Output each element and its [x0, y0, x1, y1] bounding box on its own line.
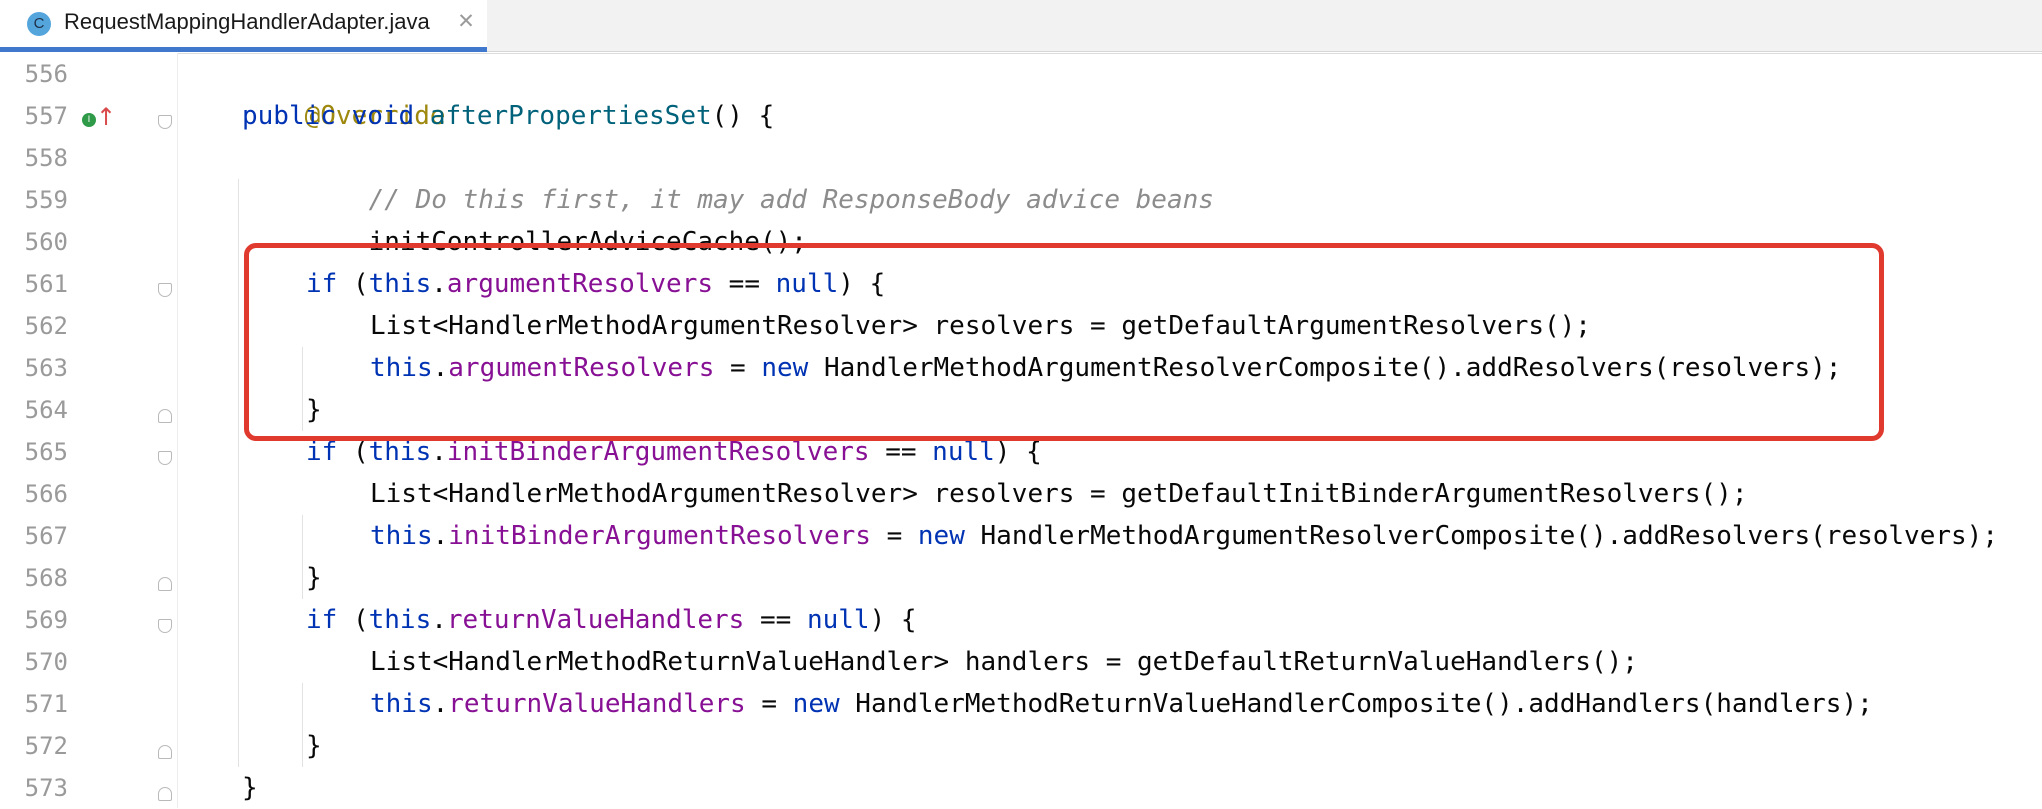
code-line-559: initControllerAdviceCache();	[306, 179, 807, 257]
java-class-icon: C	[27, 12, 51, 36]
line-number: 569	[24, 606, 68, 634]
line-number: 564	[24, 396, 68, 424]
keyword-token: this	[368, 605, 432, 635]
line-number: 571	[24, 690, 68, 718]
line-number: 566	[24, 480, 68, 508]
indent-guide	[302, 683, 303, 767]
code-text: () {	[711, 101, 775, 131]
implements-method-icon[interactable]: I	[82, 113, 96, 127]
keyword-token: this	[370, 689, 433, 719]
code-text: =	[870, 521, 918, 551]
field-token: initBinderArgumentResolvers	[446, 437, 870, 467]
code-line-572: }	[306, 725, 322, 767]
line-number: 559	[24, 186, 68, 214]
line-number: 573	[24, 774, 68, 802]
editor-tab-bar: C RequestMappingHandlerAdapter.java ✕	[0, 0, 2042, 52]
indent-guide	[238, 179, 239, 767]
code-line-568: }	[306, 557, 322, 599]
keyword-token: new	[792, 689, 840, 719]
code-text: =	[745, 689, 793, 719]
line-number: 560	[24, 228, 68, 256]
code-text: HandlerMethodReturnValueHandlerComposite…	[839, 689, 1873, 719]
code-text: }	[306, 731, 322, 761]
code-line-567: this.initBinderArgumentResolvers = new H…	[370, 515, 1998, 557]
field-token: returnValueHandlers	[446, 605, 745, 635]
code-line-571: this.returnValueHandlers = new HandlerMe…	[370, 683, 1873, 725]
keyword-token: void	[351, 101, 415, 131]
code-text: ==	[869, 437, 933, 467]
fold-open-icon[interactable]	[158, 451, 172, 465]
code-text: (	[337, 605, 369, 635]
keyword-token: if	[306, 437, 338, 467]
line-number: 556	[24, 60, 68, 88]
code-text: (	[337, 437, 369, 467]
code-line-569: if (this.returnValueHandlers == null) {	[306, 599, 917, 641]
code-text: HandlerMethodArgumentResolverComposite()…	[964, 521, 1998, 551]
code-line-557: public void afterPropertiesSet() {	[242, 95, 774, 137]
code-text: }	[306, 563, 322, 593]
keyword-token: if	[306, 605, 338, 635]
indent-guide	[302, 515, 303, 599]
line-number: 563	[24, 354, 68, 382]
override-arrow-icon[interactable]: ↑	[96, 104, 116, 130]
keyword-token: new	[917, 521, 965, 551]
line-number: 562	[24, 312, 68, 340]
code-line-573: }	[242, 767, 258, 809]
method-name-token: afterPropertiesSet	[429, 101, 712, 131]
fold-close-icon[interactable]	[158, 409, 172, 423]
field-token: returnValueHandlers	[448, 689, 746, 719]
line-number: 561	[24, 270, 68, 298]
code-line-556: @Override	[242, 53, 446, 131]
line-number: 565	[24, 438, 68, 466]
code-text: }	[242, 773, 258, 803]
line-number: 567	[24, 522, 68, 550]
keyword-token: null	[932, 437, 995, 467]
highlight-annotation-box	[244, 243, 1884, 441]
fold-close-icon[interactable]	[158, 787, 172, 801]
code-text: List<HandlerMethodReturnValueHandler> ha…	[370, 647, 1638, 677]
line-number: 557	[24, 102, 68, 130]
keyword-token: this	[370, 521, 433, 551]
field-token: initBinderArgumentResolvers	[448, 521, 871, 551]
code-text: .	[432, 521, 449, 551]
line-number: 558	[24, 144, 68, 172]
close-icon[interactable]: ✕	[455, 10, 477, 32]
keyword-token: this	[368, 437, 432, 467]
tab-request-mapping-handler-adapter[interactable]: C RequestMappingHandlerAdapter.java ✕	[0, 0, 487, 52]
code-text: List<HandlerMethodArgumentResolver> reso…	[370, 479, 1748, 509]
code-text: ==	[744, 605, 807, 635]
code-text: ) {	[869, 605, 917, 635]
fold-close-icon[interactable]	[158, 745, 172, 759]
fold-open-icon[interactable]	[158, 115, 172, 129]
code-line-566: List<HandlerMethodArgumentResolver> reso…	[370, 473, 1748, 515]
line-number: 568	[24, 564, 68, 592]
tab-label: RequestMappingHandlerAdapter.java	[64, 9, 430, 34]
line-number-gutter: 556 557 558 559 560 561 562 563 564 565 …	[0, 53, 178, 808]
code-text: .	[431, 605, 447, 635]
line-number: 572	[24, 732, 68, 760]
fold-open-icon[interactable]	[158, 619, 172, 633]
editor-top-border	[178, 53, 2042, 54]
fold-close-icon[interactable]	[158, 577, 172, 591]
code-text: .	[432, 689, 449, 719]
code-text: ) {	[994, 437, 1042, 467]
fold-open-icon[interactable]	[158, 283, 172, 297]
keyword-token: null	[806, 605, 870, 635]
keyword-token: public	[242, 101, 336, 131]
code-line-570: List<HandlerMethodReturnValueHandler> ha…	[370, 641, 1638, 683]
line-number: 570	[24, 648, 68, 676]
code-text: .	[431, 437, 447, 467]
code-line-558: // Do this first, it may add ResponseBod…	[306, 137, 1214, 215]
